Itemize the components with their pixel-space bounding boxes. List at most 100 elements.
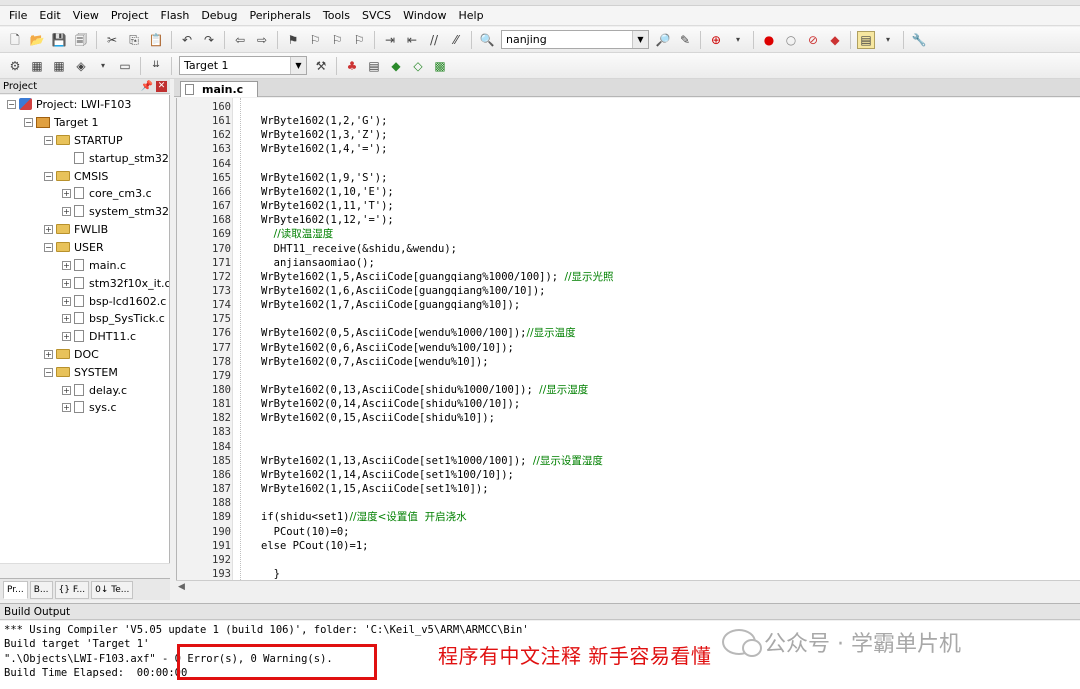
tree-item[interactable]: − SYSTEM	[44, 363, 118, 381]
stop-build-icon[interactable]: ▭	[116, 57, 134, 75]
menu-edit[interactable]: Edit	[33, 6, 66, 26]
tree-item[interactable]: + sys.c	[62, 398, 117, 416]
panel-tab[interactable]: {} F...	[54, 580, 90, 599]
next-bookmark-icon[interactable]: ⚐	[328, 31, 346, 49]
copy-icon[interactable]: ⎘	[125, 31, 143, 49]
tree-item[interactable]: + delay.c	[62, 381, 127, 399]
paste-icon[interactable]: 📋	[147, 31, 165, 49]
save-all-icon[interactable]: 🗐	[72, 31, 90, 49]
tree-item[interactable]: + DOC	[44, 345, 99, 363]
expand-icon[interactable]: +	[62, 206, 71, 216]
rebuild-icon[interactable]: ▦	[50, 57, 68, 75]
tree-item[interactable]: + main.c	[62, 256, 126, 274]
tree-item[interactable]: − CMSIS	[44, 167, 108, 185]
bookmark-icon[interactable]: ⚑	[284, 31, 302, 49]
clear-bookmarks-icon[interactable]: ⚐	[350, 31, 368, 49]
collapse-icon[interactable]: −	[7, 99, 16, 109]
comment-icon[interactable]: //	[425, 31, 443, 49]
expand-icon[interactable]: +	[62, 385, 71, 395]
expand-icon[interactable]: +	[44, 349, 53, 359]
menu-flash[interactable]: Flash	[154, 6, 195, 26]
tree-item[interactable]: − Target 1	[24, 113, 99, 131]
kill-breakpoints-icon[interactable]: ⊘	[804, 31, 822, 49]
nav-back-icon[interactable]: ⇦	[231, 31, 249, 49]
expand-icon[interactable]: +	[62, 260, 71, 270]
menu-file[interactable]: File	[3, 6, 33, 26]
dropdown-icon[interactable]: ▾	[879, 31, 897, 49]
collapse-icon[interactable]: −	[44, 135, 53, 145]
collapse-icon[interactable]: −	[24, 117, 33, 127]
collapse-icon[interactable]: −	[44, 242, 53, 252]
find-icon[interactable]: 🔎	[654, 31, 672, 49]
disable-breakpoint-icon[interactable]: ○	[782, 31, 800, 49]
tree-item[interactable]: + stm32f10x_it.c	[62, 274, 169, 292]
tree-item[interactable]: + bsp_SysTick.c	[62, 309, 165, 327]
cut-icon[interactable]: ✂	[103, 31, 121, 49]
window-layout-icon[interactable]: ▤	[857, 30, 875, 49]
chevron-down-icon[interactable]: ▼	[632, 31, 648, 48]
pin-icon[interactable]: 📌	[141, 81, 153, 92]
disable-all-breakpoints-icon[interactable]: ◆	[826, 31, 844, 49]
manage-books-icon[interactable]: ▤	[365, 57, 383, 75]
chevron-down-icon[interactable]: ▼	[290, 57, 306, 74]
pack-installer-icon[interactable]: ▩	[431, 57, 449, 75]
translate-icon[interactable]: ⚙	[6, 57, 24, 75]
dropdown-icon[interactable]: ▾	[94, 57, 112, 75]
panel-tab[interactable]: Pr...	[3, 580, 28, 599]
collapse-icon[interactable]: −	[44, 367, 53, 377]
incremental-find-icon[interactable]: ✎	[676, 31, 694, 49]
close-icon[interactable]: ✕	[156, 80, 167, 92]
batch-build-icon[interactable]: ◈	[72, 57, 90, 75]
debug-session-icon[interactable]: ⊕	[707, 31, 725, 49]
scroll-left-icon[interactable]: ◀	[178, 582, 185, 592]
tree-item[interactable]: − Project: LWI-F103	[7, 95, 131, 113]
menu-peripherals[interactable]: Peripherals	[244, 6, 317, 26]
expand-icon[interactable]: +	[62, 331, 71, 341]
target-options-icon[interactable]: ⚒	[312, 57, 330, 75]
collapse-icon[interactable]: −	[44, 171, 53, 181]
configure-icon[interactable]: 🔧	[910, 31, 928, 49]
tree-item[interactable]: + core_cm3.c	[62, 184, 152, 202]
redo-icon[interactable]: ↷	[200, 31, 218, 49]
menu-window[interactable]: Window	[397, 6, 452, 26]
tree-item[interactable]: − STARTUP	[44, 131, 123, 149]
expand-icon[interactable]: +	[62, 188, 71, 198]
expand-icon[interactable]: +	[62, 296, 71, 306]
menu-help[interactable]: Help	[453, 6, 490, 26]
open-file-icon[interactable]: 📂	[28, 31, 46, 49]
tree-item[interactable]: + FWLIB	[44, 220, 108, 238]
panel-tab[interactable]: B...	[29, 580, 53, 599]
build-icon[interactable]: ▦	[28, 57, 46, 75]
tree-item[interactable]: + system_stm32f1	[62, 202, 169, 220]
indent-icon[interactable]: ⇥	[381, 31, 399, 49]
editor-horizontal-scrollbar[interactable]: ◀	[176, 580, 1080, 594]
manage-rte-icon[interactable]: ◇	[409, 57, 427, 75]
find-in-files-icon[interactable]: 🔍	[478, 31, 496, 49]
new-file-icon[interactable]: 🗋	[6, 31, 24, 49]
find-combo[interactable]: nanjing ▼	[501, 30, 649, 49]
target-combo[interactable]: Target 1 ▼	[179, 56, 307, 75]
select-packs-icon[interactable]: ◆	[387, 57, 405, 75]
nav-forward-icon[interactable]: ⇨	[253, 31, 271, 49]
menu-debug[interactable]: Debug	[195, 6, 243, 26]
download-icon[interactable]: ⇊	[147, 57, 165, 75]
manage-project-icon[interactable]: ♣	[343, 57, 361, 75]
save-icon[interactable]: 💾	[50, 31, 68, 49]
breakpoint-icon[interactable]: ●	[760, 31, 778, 49]
undo-icon[interactable]: ↶	[178, 31, 196, 49]
panel-tab[interactable]: 0↓ Te...	[91, 580, 134, 599]
tab-main-c[interactable]: main.c	[180, 81, 258, 97]
expand-icon[interactable]: +	[62, 278, 71, 288]
expand-icon[interactable]: +	[62, 402, 71, 412]
unindent-icon[interactable]: ⇤	[403, 31, 421, 49]
tree-item[interactable]: + DHT11.c	[62, 327, 136, 345]
code-editor[interactable]: 160 161 WrByte1602(1,2,'G'); 162 WrByte1602(…	[176, 98, 1080, 580]
menu-tools[interactable]: Tools	[317, 6, 356, 26]
tree-item[interactable]: + bsp-lcd1602.c	[62, 292, 166, 310]
uncomment-icon[interactable]: ⁄⁄	[447, 31, 465, 49]
tree-item[interactable]: startup_stm32f1	[62, 149, 169, 167]
expand-icon[interactable]: +	[62, 313, 71, 323]
menu-project[interactable]: Project	[105, 6, 155, 26]
prev-bookmark-icon[interactable]: ⚐	[306, 31, 324, 49]
project-tree-scrollbar[interactable]	[0, 563, 170, 577]
